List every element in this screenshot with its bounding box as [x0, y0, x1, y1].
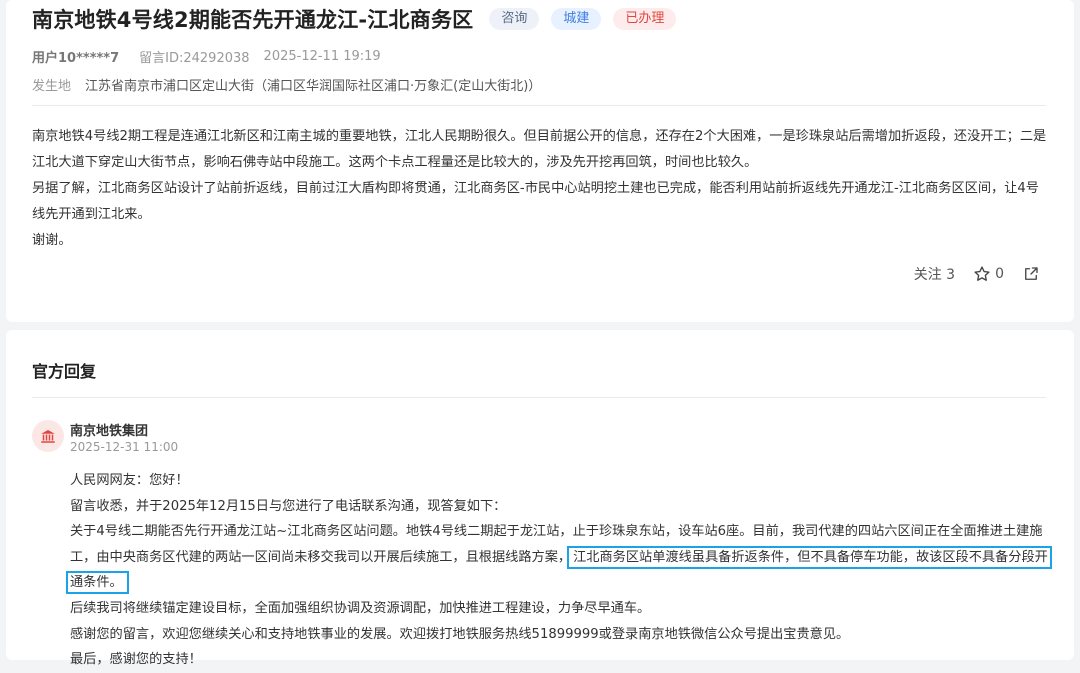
- government-building-icon: [41, 430, 55, 443]
- question-paragraph: 另据了解，江北商务区站设计了站前折返线，目前过江大盾构即将贯通，江北商务区-市民…: [32, 181, 1039, 222]
- share-icon: [1025, 267, 1038, 280]
- user-name: 用户10*****7: [32, 51, 120, 66]
- avatar: [32, 420, 64, 452]
- star-button[interactable]: 0: [973, 265, 1004, 283]
- page-title: 南京地铁4号线2期能否先开通龙江-江北商务区: [32, 8, 474, 32]
- reply-paragraph: 关于4号线二期能否先行开通龙江站~江北商务区站问题。地铁4号线二期起于龙江站，止…: [66, 519, 1060, 596]
- location-label: 发生地: [32, 79, 72, 94]
- star-icon: [974, 266, 990, 281]
- follow-button[interactable]: 关注 3: [914, 264, 955, 284]
- reply-paragraph: 感谢您的留言，欢迎您继续关心和支持地铁事业的发展。欢迎拨打地铁服务热线51899…: [70, 626, 850, 642]
- share-button[interactable]: [1022, 265, 1044, 283]
- reply-card: 官方回复 南京地铁集团 2025-12-31 11:00 人民网网友：您好！ 留…: [6, 330, 1074, 667]
- reply-paragraph: 后续我司将继续锚定建设目标，全面加强组织协调及资源调配，加快推进工程建设，力争尽…: [70, 600, 651, 616]
- divider: [32, 397, 1046, 398]
- action-bar: 关注 3 0: [896, 264, 1044, 284]
- star-count: 0: [995, 266, 1004, 282]
- reply-paragraph: 最后，感谢您的支持！: [70, 652, 202, 668]
- question-card: 南京地铁4号线2期能否先开通龙江-江北商务区 咨询 城建 已办理 用户10***…: [6, 0, 1074, 322]
- meta-row: 用户10*****7 留言ID:24292038 2025-12-11 19:1…: [32, 47, 381, 66]
- reply-date: 2025-12-31 11:00: [70, 440, 179, 454]
- reply-org-name: 南京地铁集团: [70, 424, 149, 439]
- reply-body: 人民网网友：您好！ 留言收悉，并于2025年12月15日与您进行了电话联系沟通，…: [66, 468, 1060, 673]
- question-paragraph: 南京地铁4号线2期工程是连通江北新区和江南主城的重要地铁，江北人民期盼很久。但目…: [32, 129, 1047, 170]
- post-datetime: 2025-12-11 19:19: [263, 49, 381, 64]
- reply-greeting: 人民网网友：您好！: [70, 473, 189, 488]
- location-value: 江苏省南京市浦口区定山大街（浦口区华润国际社区浦口·万象汇(定山大街北)）: [85, 79, 542, 94]
- question-paragraph: 谢谢。: [32, 233, 72, 248]
- tag-urban-construction[interactable]: 城建: [551, 8, 602, 30]
- follow-label: 关注 3: [913, 267, 956, 283]
- location-row: 发生地 江苏省南京市浦口区定山大街（浦口区华润国际社区浦口·万象汇(定山大街北)…: [32, 75, 541, 94]
- message-id: 留言ID:24292038: [139, 51, 250, 66]
- question-body: 南京地铁4号线2期工程是连通江北新区和江南主城的重要地铁，江北人民期盼很久。但目…: [32, 124, 1052, 254]
- tag-consult[interactable]: 咨询: [489, 8, 540, 30]
- status-badge: 已办理: [613, 8, 677, 30]
- divider: [32, 105, 1046, 106]
- title-row: 南京地铁4号线2期能否先开通龙江-江北商务区 咨询 城建 已办理: [32, 4, 677, 34]
- reply-paragraph: 留言收悉，并于2025年12月15日与您进行了电话联系沟通，现答复如下：: [70, 498, 507, 514]
- reply-heading: 官方回复: [32, 362, 97, 381]
